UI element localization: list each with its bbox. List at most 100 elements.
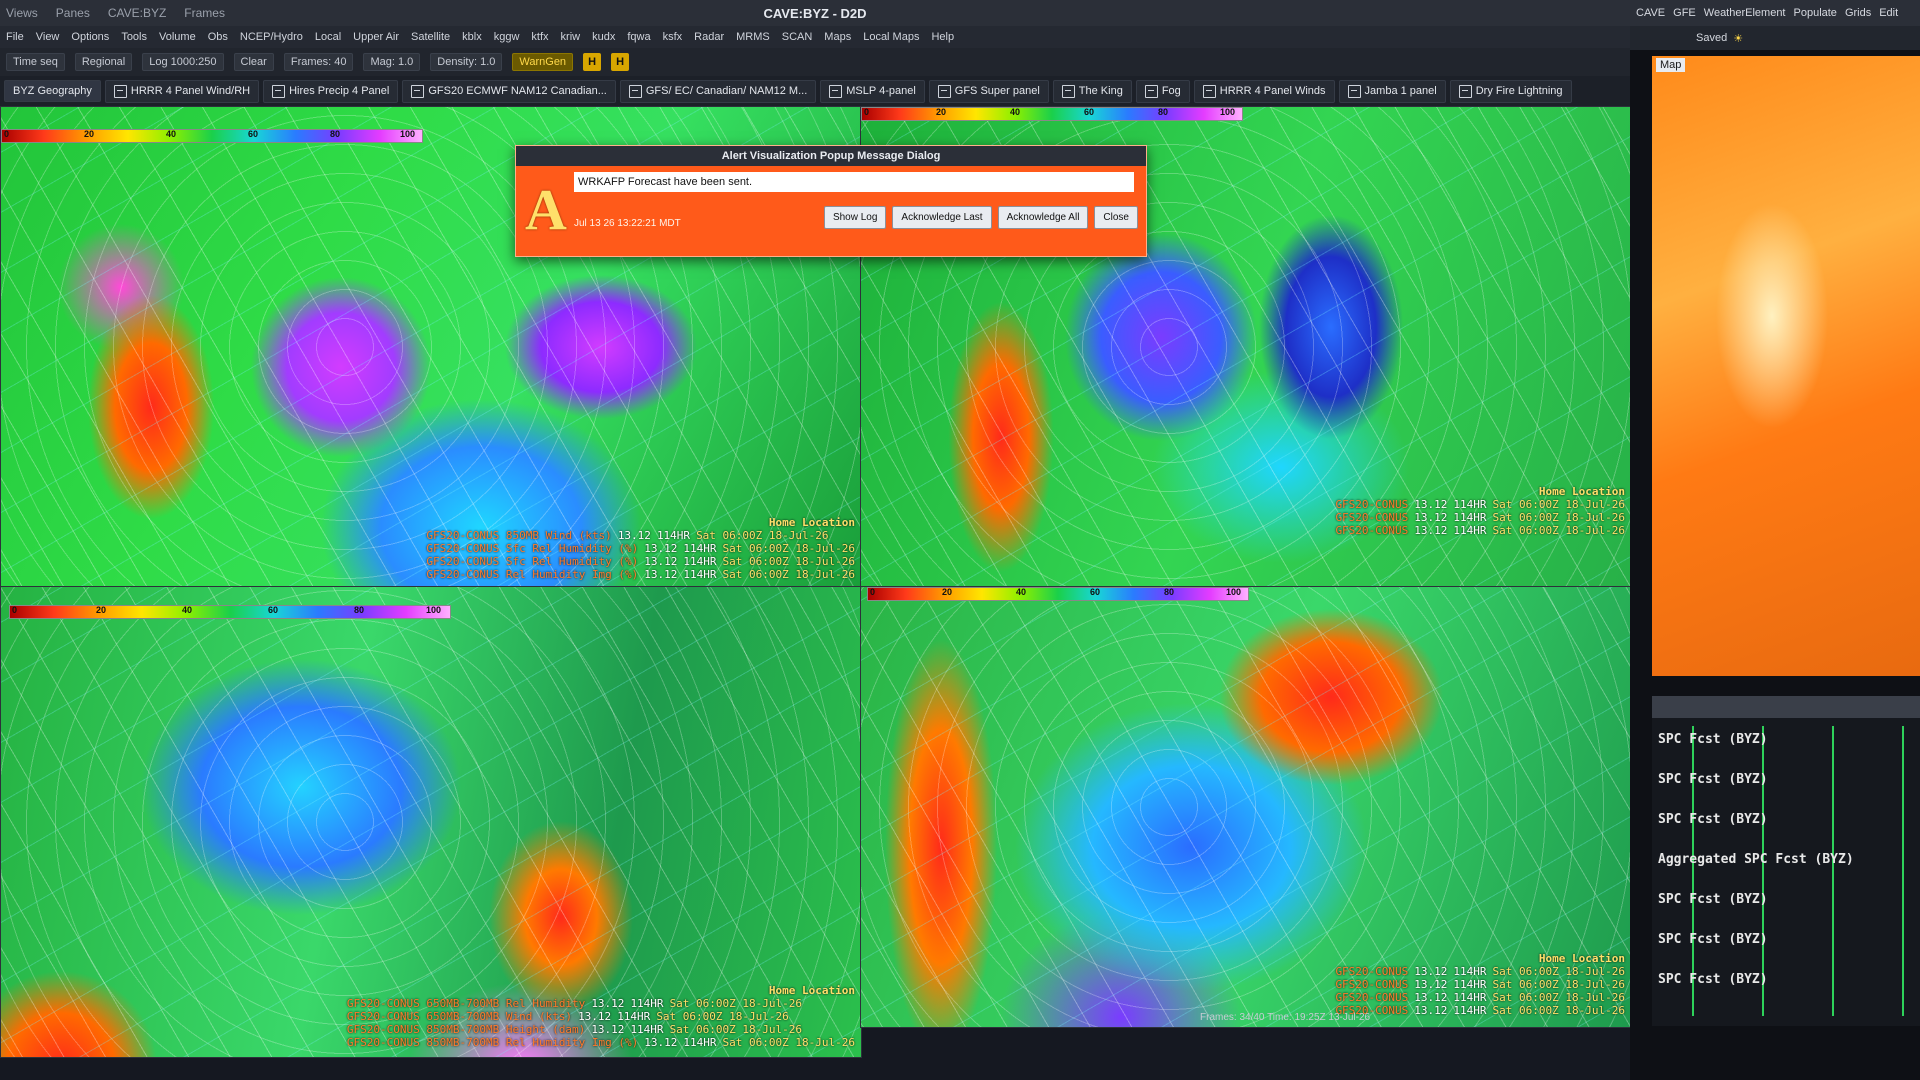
density-select[interactable]: Density: 1.0 (430, 53, 503, 71)
legend-line[interactable]: GFS20-CONUS 13.12 114HR Sat 06:00Z 18-Jul-2… (1335, 1004, 1625, 1017)
legend-line[interactable]: GFS20-CONUS Sfc Rel Humidity (%) 13.12 114… (426, 542, 855, 555)
menu-scan[interactable]: SCAN (782, 31, 813, 43)
gfe-map[interactable]: Map (1652, 56, 1920, 676)
map-tab[interactable]: Map (1656, 58, 1686, 72)
warngen-button[interactable]: WarnGen (512, 53, 574, 71)
menu-kriw[interactable]: kriw (561, 31, 581, 43)
menu-obs[interactable]: Obs (208, 31, 228, 43)
map-panel-bottom-right[interactable]: 0 20 40 60 80 100 Home Location GFS20-CO… (860, 586, 1632, 1028)
tab-label: GFS Super panel (954, 85, 1040, 97)
clear-button[interactable]: Clear (233, 53, 274, 71)
menu-mrms[interactable]: MRMS (736, 31, 770, 43)
menu-radar[interactable]: Radar (694, 31, 724, 43)
legend-line[interactable]: GFS20-CONUS 850MB Wind (kts) 13.12 114HR Sa… (426, 529, 855, 542)
menu-local-maps[interactable]: Local Maps (863, 31, 919, 43)
h-alert-icon[interactable]: H (611, 53, 630, 71)
menu-kblx[interactable]: kblx (462, 31, 482, 43)
sun-icon[interactable]: ☀ (1733, 32, 1743, 45)
legend-line[interactable]: GFS20-CONUS 13.12 114HR Sat 06:00Z 18-Jul-2… (1335, 991, 1625, 1004)
gfe-menubar: CAVE GFE WeatherElement Populate Grids E… (1630, 0, 1920, 26)
mag-select[interactable]: Mag: 1.0 (363, 53, 421, 71)
menu-volume[interactable]: Volume (159, 31, 196, 43)
gfe-menu-cave[interactable]: CAVE (1636, 7, 1665, 19)
menu-ncep-hydro[interactable]: NCEP/Hydro (240, 31, 303, 43)
title-menu-item[interactable]: Panes (56, 6, 90, 20)
grid-row-label[interactable]: SPC Fcst (BYZ) (1658, 772, 1768, 787)
map-panel-bottom-left[interactable]: 0 20 40 60 80 100 Home Location GFS20-CO… (0, 586, 862, 1058)
menu-satellite[interactable]: Satellite (411, 31, 450, 43)
colorbar-tick: 100 (400, 129, 416, 139)
menu-help[interactable]: Help (931, 31, 954, 43)
menu-tools[interactable]: Tools (121, 31, 147, 43)
legend-line[interactable]: GFS20-CONUS 13.12 114HR Sat 06:00Z 18-Jul-2… (1335, 965, 1625, 978)
menu-kudx[interactable]: kudx (592, 31, 615, 43)
menu-local[interactable]: Local (315, 31, 341, 43)
menu-kggw[interactable]: kggw (494, 31, 520, 43)
h-icon[interactable]: H (583, 53, 602, 71)
gfe-menu-gfe[interactable]: GFE (1673, 7, 1696, 19)
menu-ksfx[interactable]: ksfx (663, 31, 683, 43)
title-menu-item[interactable]: Views (6, 6, 38, 20)
log-select[interactable]: Log 1000:250 (142, 53, 224, 71)
time-seq-button[interactable]: Time seq (6, 53, 65, 71)
grid-row-label[interactable]: SPC Fcst (BYZ) (1658, 812, 1768, 827)
tab-fog[interactable]: Fog (1135, 79, 1190, 103)
legend-line[interactable]: GFS20-CONUS 850MB-700MB Rel Humidity Img… (347, 1036, 855, 1049)
menu-view[interactable]: View (36, 31, 60, 43)
tab-dry-fire-lightning[interactable]: Dry Fire Lightning (1449, 79, 1572, 103)
acknowledge-last-button[interactable]: Acknowledge Last (892, 206, 992, 229)
scale-select[interactable]: Regional (74, 53, 133, 71)
menu-ktfx[interactable]: ktfx (531, 31, 548, 43)
grid-manager[interactable]: SPC Fcst (BYZ) SPC Fcst (BYZ) SPC Fcst (… (1652, 696, 1920, 1026)
tab-label: Jamba 1 panel (1364, 85, 1437, 97)
gfe-menu-populate[interactable]: Populate (1794, 7, 1837, 19)
legend-line[interactable]: GFS20-CONUS 650MB-700MB Rel Humidity 13.1… (347, 997, 855, 1010)
tab-gfs20-ecmwf[interactable]: GFS20 ECMWF NAM12 Canadian... (402, 79, 616, 103)
menu-file[interactable]: File (6, 31, 24, 43)
menu-fqwa[interactable]: fqwa (627, 31, 650, 43)
alert-a-icon: A (525, 177, 567, 242)
alert-popup-dialog[interactable]: Alert Visualization Popup Message Dialog… (515, 145, 1147, 257)
close-button[interactable]: Close (1094, 206, 1138, 229)
panel-icon (829, 84, 843, 98)
gfe-menu-grids[interactable]: Grids (1845, 7, 1871, 19)
gfe-menu-weatherelement[interactable]: WeatherElement (1704, 7, 1786, 19)
alert-message-field[interactable]: WRKAFP Forecast have been sent. (574, 172, 1134, 192)
grid-row-label[interactable]: SPC Fcst (BYZ) (1658, 932, 1768, 947)
panel-icon (1144, 84, 1158, 98)
legend-line[interactable]: GFS20-CONUS 13.12 114HR Sat 06:00Z 18-Jul-2… (1335, 498, 1625, 511)
legend-line[interactable]: GFS20-CONUS 650MB-700MB Wind (kts) 13.12 1… (347, 1010, 855, 1023)
acknowledge-all-button[interactable]: Acknowledge All (997, 206, 1089, 229)
menu-upper-air[interactable]: Upper Air (353, 31, 399, 43)
grid-row-label[interactable]: Aggregated SPC Fcst (BYZ) (1658, 852, 1854, 867)
frames-select[interactable]: Frames: 40 (283, 53, 354, 71)
grid-row-label[interactable]: SPC Fcst (BYZ) (1658, 972, 1768, 987)
tab-gfs-super-panel[interactable]: GFS Super panel (928, 79, 1049, 103)
title-menu-item[interactable]: Frames (184, 6, 225, 20)
dialog-button-row: Show Log Acknowledge Last Acknowledge Al… (823, 206, 1138, 229)
legend-line[interactable]: GFS20-CONUS 13.12 114HR Sat 06:00Z 18-Jul-2… (1335, 978, 1625, 991)
title-menu-item[interactable]: CAVE:BYZ (108, 6, 166, 20)
show-log-button[interactable]: Show Log (823, 206, 887, 229)
tab-gfs-ec-canadian[interactable]: GFS/ EC/ Canadian/ NAM12 M... (619, 79, 817, 103)
tab-jamba-1-panel[interactable]: Jamba 1 panel (1338, 79, 1446, 103)
tab-hrrr-4-panel-wind-rh[interactable]: HRRR 4 Panel Wind/RH (104, 79, 260, 103)
tab-hires-precip[interactable]: Hires Precip 4 Panel (263, 79, 399, 103)
tab-mslp-4-panel[interactable]: MSLP 4-panel (820, 79, 925, 103)
legend-line[interactable]: GFS20-CONUS 850MB-700MB Height (dam) 13.1… (347, 1023, 855, 1036)
menu-maps[interactable]: Maps (824, 31, 851, 43)
legend-line[interactable]: GFS20-CONUS Rel Humidity Img (%) 13.12 114… (426, 568, 855, 581)
legend-line[interactable]: GFS20-CONUS Sfc Rel Humidity (%) 13.12 114… (426, 555, 855, 568)
menu-options[interactable]: Options (71, 31, 109, 43)
tab-the-king[interactable]: The King (1052, 79, 1132, 103)
legend-line[interactable]: GFS20-CONUS 13.12 114HR Sat 06:00Z 18-Jul-2… (1335, 524, 1625, 537)
menubar: File View Options Tools Volume Obs NCEP/… (0, 26, 1636, 48)
panel-icon (1458, 84, 1472, 98)
color-bar: 0 20 40 60 80 100 (861, 107, 1243, 121)
legend-line[interactable]: GFS20-CONUS 13.12 114HR Sat 06:00Z 18-Jul-2… (1335, 511, 1625, 524)
tab-byz-geography[interactable]: BYZ Geography (4, 80, 101, 102)
gfe-menu-edit[interactable]: Edit (1879, 7, 1898, 19)
tab-hrrr-4-panel-winds[interactable]: HRRR 4 Panel Winds (1193, 79, 1335, 103)
grid-row-label[interactable]: SPC Fcst (BYZ) (1658, 892, 1768, 907)
grid-row-label[interactable]: SPC Fcst (BYZ) (1658, 732, 1768, 747)
